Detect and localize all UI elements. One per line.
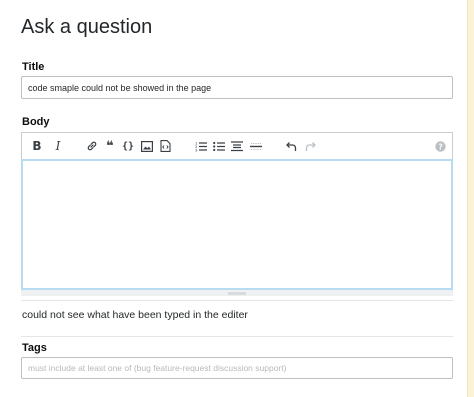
body-preview: could not see what have been typed in th… — [22, 309, 248, 321]
ordered-list-icon[interactable]: 123 — [193, 138, 209, 154]
undo-icon[interactable] — [283, 138, 299, 154]
redo-icon[interactable] — [302, 138, 318, 154]
image-icon[interactable] — [139, 138, 155, 154]
editor-resize-grip[interactable] — [21, 290, 453, 296]
blockquote-icon[interactable]: ❝ — [102, 138, 118, 154]
body-label: Body — [22, 116, 50, 128]
snippet-icon[interactable] — [157, 138, 173, 154]
heading-icon[interactable] — [229, 138, 245, 154]
bullet-list-icon[interactable] — [211, 138, 227, 154]
svg-text:3: 3 — [195, 147, 198, 152]
svg-text:?: ? — [438, 142, 442, 151]
link-icon[interactable] — [84, 138, 100, 154]
horizontal-rule-icon[interactable] — [248, 138, 264, 154]
italic-icon[interactable]: I — [50, 138, 66, 154]
divider — [21, 300, 453, 301]
divider — [21, 336, 453, 337]
code-icon[interactable]: {} — [120, 138, 136, 154]
title-input[interactable] — [21, 76, 453, 99]
help-icon[interactable]: ? — [432, 138, 448, 154]
bold-icon[interactable]: B — [29, 138, 45, 154]
editor-toolbar: B I ❝ {} 123 ? — [21, 132, 453, 159]
tags-label: Tags — [22, 342, 47, 354]
page-title: Ask a question — [21, 16, 153, 38]
tags-input[interactable] — [21, 357, 453, 379]
body-editor[interactable] — [21, 159, 453, 290]
grip-dots-icon — [228, 291, 246, 295]
sidebar-notice-edge — [467, 0, 474, 397]
title-label: Title — [22, 61, 45, 73]
